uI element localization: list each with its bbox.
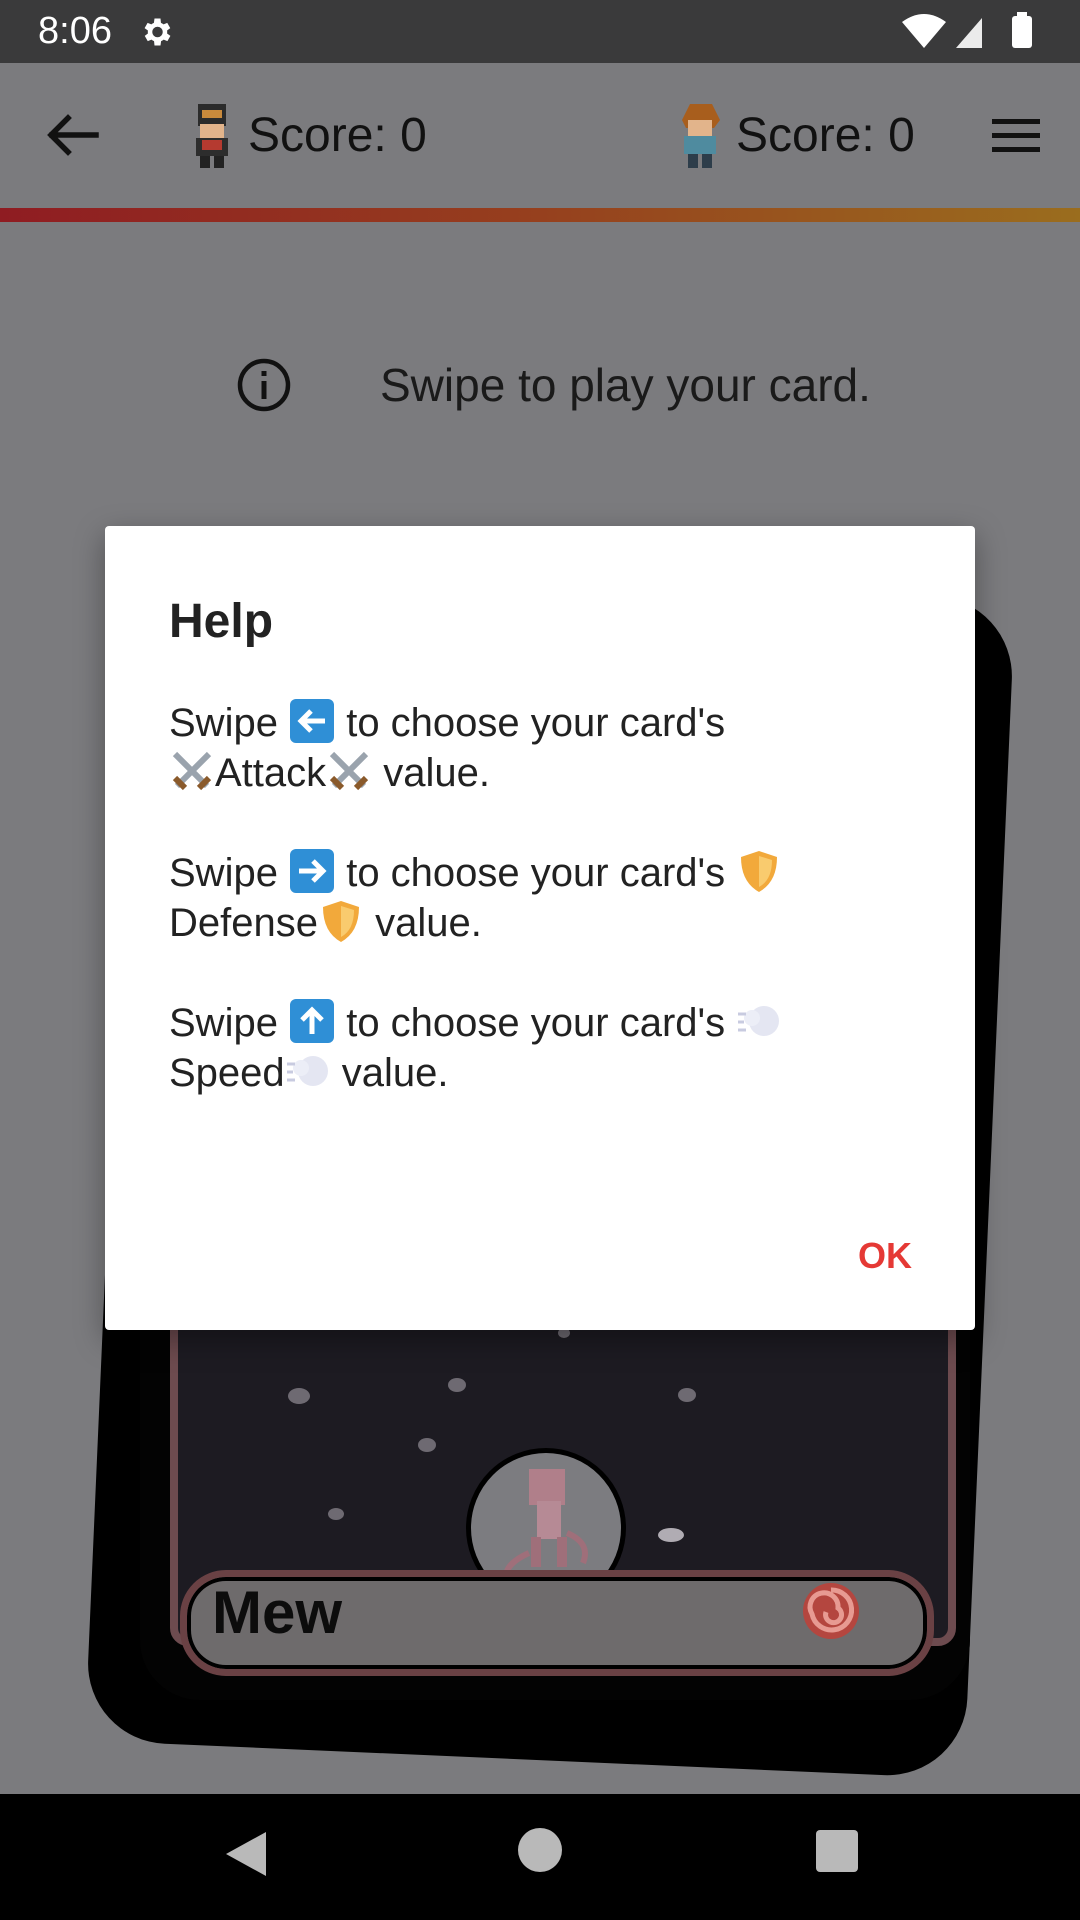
hint-row	[236, 355, 292, 415]
system-nav-bar	[0, 1794, 1080, 1920]
speed-instruction: Swipe to choose your card's Speed value.	[169, 998, 929, 1098]
player1-score-group: Score: 0	[186, 100, 427, 170]
dialog-body: Swipe to choose your card's Attack value…	[169, 698, 929, 1148]
battery-icon	[1012, 16, 1032, 48]
status-time: 8:06	[38, 10, 112, 52]
player1-score: Score: 0	[248, 108, 427, 162]
player2-avatar-icon	[682, 104, 720, 168]
app-bar	[0, 63, 1080, 208]
dash-emoji	[738, 1006, 780, 1036]
gear-icon	[144, 18, 171, 46]
wifi-icon	[902, 14, 946, 48]
signal-icon	[956, 18, 982, 48]
help-dialog: Help Swipe to choose your card's Attack …	[105, 526, 975, 1330]
player2-score-group: Score: 0	[674, 100, 915, 170]
status-bar: 8:06	[0, 0, 1080, 63]
nav-back-icon[interactable]	[216, 1824, 276, 1884]
app-bar-accent-stripe	[0, 208, 1080, 222]
psychic-type-icon	[803, 1583, 859, 1639]
shield-emoji	[741, 851, 778, 892]
dash-emoji	[286, 1056, 328, 1086]
arrow-left-emoji	[290, 699, 335, 743]
dialog-title: Help	[169, 595, 274, 648]
swords-emoji	[172, 751, 212, 791]
arrow-right-emoji	[290, 849, 335, 893]
status-icons	[902, 12, 1032, 48]
card-name: Mew	[212, 1579, 343, 1646]
info-icon	[237, 358, 291, 412]
swords-emoji	[330, 751, 369, 791]
player2-score: Score: 0	[736, 108, 915, 162]
attack-instruction: Swipe to choose your card's Attack value…	[169, 698, 929, 798]
back-arrow-icon[interactable]	[42, 110, 102, 160]
arrow-up-emoji	[290, 999, 335, 1043]
ok-button[interactable]: OK	[825, 1226, 945, 1286]
defense-instruction: Swipe to choose your card's Defense valu…	[169, 848, 929, 948]
hint-text: Swipe to play your card.	[380, 359, 871, 411]
menu-icon[interactable]	[990, 113, 1042, 157]
player1-avatar-icon	[196, 104, 228, 168]
nav-recents-icon[interactable]	[816, 1830, 858, 1872]
shield-emoji	[322, 901, 359, 942]
nav-home-icon[interactable]	[518, 1828, 562, 1872]
